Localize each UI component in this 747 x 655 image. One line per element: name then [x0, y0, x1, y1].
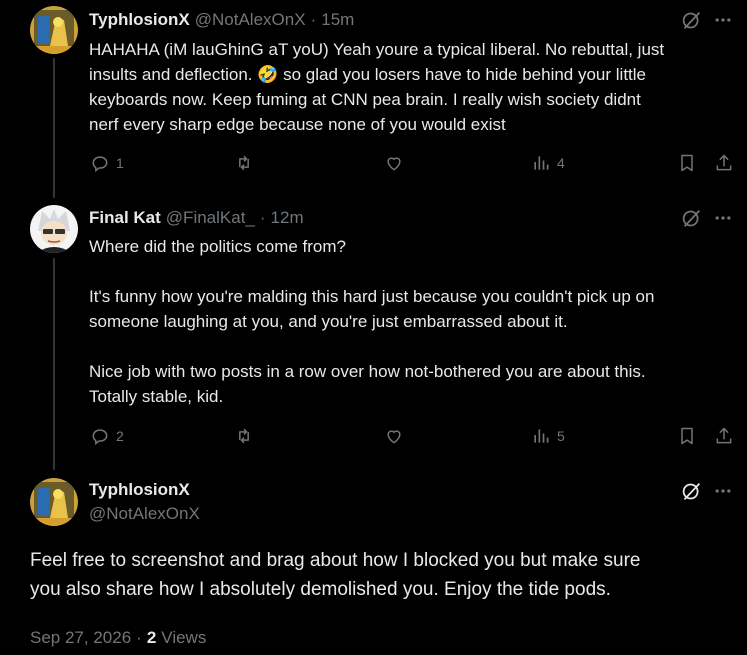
post-text-line: Feel free to screenshot and brag about h… — [30, 550, 641, 571]
more-button[interactable] — [713, 10, 733, 30]
post-date[interactable]: Sep 27, 2026 — [30, 628, 131, 648]
avatar-image-finalkat — [30, 205, 78, 253]
post-text-line — [89, 334, 739, 359]
separator-dot: · — [310, 10, 317, 29]
bookmark-icon — [681, 154, 693, 172]
views-icon — [534, 429, 549, 443]
thread-connector — [53, 258, 55, 470]
retweet-icon — [239, 428, 249, 444]
avatar[interactable] — [30, 478, 78, 526]
reply-button[interactable]: 2 — [90, 426, 124, 446]
like-button[interactable] — [384, 426, 404, 446]
display-name[interactable]: TyphlosionX — [89, 10, 190, 30]
separator-dot: · — [136, 628, 142, 647]
retweet-icon — [239, 155, 249, 171]
post-text-line: insults and deflection. 🤣 so glad you lo… — [89, 65, 646, 84]
views-button[interactable]: 4 — [531, 153, 565, 173]
like-icon — [387, 430, 401, 444]
post-text-line: someone laughing at you, and you're just… — [89, 312, 568, 331]
reply-icon — [92, 429, 108, 445]
share-icon — [716, 427, 732, 444]
views-count: 5 — [557, 428, 565, 444]
post-text-line: you also share how I absolutely demolish… — [30, 579, 611, 600]
more-icon — [715, 489, 731, 493]
post-text-line: nerf every sharp edge because none of yo… — [89, 115, 506, 134]
share-button[interactable] — [714, 426, 734, 446]
grok-button[interactable] — [681, 10, 702, 31]
more-button[interactable] — [713, 208, 733, 228]
post-text: HAHAHA (iM lauGhinG aT yoU) Yeah youre a… — [89, 37, 739, 137]
bookmark-button[interactable] — [677, 426, 697, 446]
share-button[interactable] — [714, 153, 734, 173]
retweet-button[interactable] — [234, 153, 254, 173]
more-icon — [715, 18, 731, 22]
grok-icon — [682, 210, 701, 227]
reply-icon — [92, 156, 108, 172]
post-text-line: keyboards now. Keep fuming at CNN pea br… — [89, 90, 641, 109]
handle[interactable]: @NotAlexOnX — [195, 10, 306, 30]
retweet-button[interactable] — [234, 426, 254, 446]
post-text-line: Totally stable, kid. — [89, 387, 224, 406]
grok-icon — [682, 12, 701, 29]
reply-count: 2 — [116, 428, 124, 444]
reply-button[interactable]: 1 — [90, 153, 124, 173]
handle[interactable]: @NotAlexOnX — [89, 504, 200, 524]
reply-count: 1 — [116, 155, 124, 171]
post-text: Where did the politics come from? It's f… — [89, 234, 739, 409]
like-icon — [387, 157, 401, 171]
more-button[interactable] — [713, 481, 733, 501]
grok-icon — [682, 483, 701, 500]
post-text-line: Nice job with two posts in a row over ho… — [89, 362, 646, 381]
timestamp[interactable]: 15m — [321, 10, 354, 30]
post-text-line — [89, 259, 739, 284]
display-name[interactable]: Final Kat — [89, 208, 161, 228]
timestamp[interactable]: 12m — [271, 208, 304, 228]
views-count: 4 — [557, 155, 565, 171]
grok-button[interactable] — [681, 208, 702, 229]
avatar-image-typhlosion — [30, 478, 78, 526]
grok-button[interactable] — [681, 481, 702, 502]
display-name[interactable]: TyphlosionX — [89, 480, 190, 500]
share-icon — [716, 154, 732, 171]
views-button[interactable]: 5 — [531, 426, 565, 446]
bookmark-icon — [681, 427, 693, 445]
post-text-line: HAHAHA (iM lauGhinG aT yoU) Yeah youre a… — [89, 40, 665, 59]
avatar[interactable] — [30, 6, 78, 54]
views-icon — [534, 156, 549, 170]
bookmark-button[interactable] — [677, 153, 697, 173]
post-text-line: Where did the politics come from? — [89, 237, 346, 256]
post-text-line: It's funny how you're malding this hard … — [89, 287, 655, 306]
views-count: 2 — [146, 628, 157, 647]
thread-connector — [53, 58, 55, 198]
avatar[interactable] — [30, 205, 78, 253]
more-icon — [715, 216, 731, 220]
avatar-image-typhlosion — [30, 6, 78, 54]
separator-dot: · — [259, 208, 266, 227]
like-button[interactable] — [384, 153, 404, 173]
handle[interactable]: @FinalKat_ — [166, 208, 255, 228]
views-label: Views — [161, 628, 207, 647]
focus-post-text: Feel free to screenshot and brag about h… — [30, 546, 740, 604]
